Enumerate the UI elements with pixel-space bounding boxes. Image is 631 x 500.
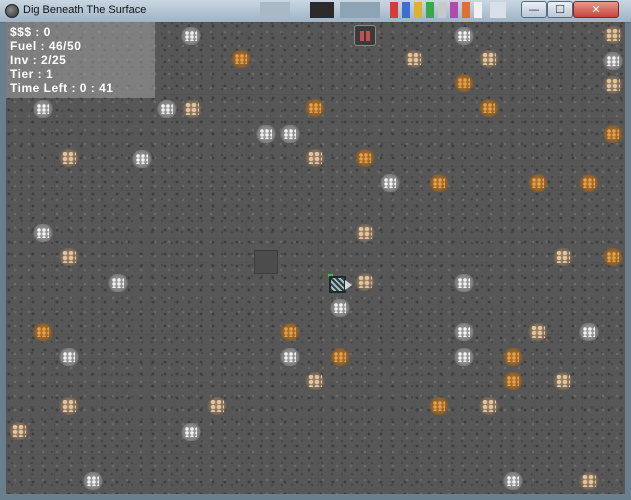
bronze-ore — [602, 76, 624, 94]
silver-ore — [180, 423, 202, 441]
title-bar-decoration — [260, 2, 520, 18]
pause-icon — [360, 31, 364, 41]
bronze-ore — [304, 372, 326, 390]
gold-ore — [304, 99, 326, 117]
drill-bit-icon — [345, 280, 352, 290]
bronze-ore — [58, 149, 80, 167]
minimize-icon: — — [528, 3, 540, 16]
silver-ore — [32, 224, 54, 242]
player-drill-vehicle — [328, 274, 352, 296]
gold-ore — [279, 323, 301, 341]
game-canvas[interactable]: $$$ : 0 Fuel : 46/50 Inv : 2/25 Tier : 1… — [6, 22, 625, 494]
bronze-ore — [552, 372, 574, 390]
bronze-ore — [354, 224, 376, 242]
bronze-ore — [403, 50, 425, 68]
hud-panel: $$$ : 0 Fuel : 46/50 Inv : 2/25 Tier : 1… — [6, 22, 155, 98]
bronze-ore — [478, 50, 500, 68]
gold-ore — [354, 149, 376, 167]
close-button[interactable]: ✕ — [573, 1, 619, 18]
bronze-ore — [578, 472, 600, 490]
silver-ore — [453, 348, 475, 366]
bronze-ore — [304, 149, 326, 167]
pause-button[interactable] — [354, 25, 376, 46]
gold-ore — [428, 174, 450, 192]
silver-ore — [453, 27, 475, 45]
silver-ore — [453, 323, 475, 341]
silver-ore — [32, 100, 54, 118]
silver-ore — [502, 472, 524, 490]
gold-ore — [230, 50, 252, 68]
silver-ore — [329, 299, 351, 317]
silver-ore — [131, 150, 153, 168]
silver-ore — [453, 274, 475, 292]
silver-ore — [156, 100, 178, 118]
silver-ore — [180, 27, 202, 45]
gold-ore — [527, 174, 549, 192]
pause-icon-bar — [366, 31, 370, 41]
bronze-ore — [8, 422, 30, 440]
time-left-readout: Time Left : 0 : 41 — [10, 81, 114, 95]
window-title: Dig Beneath The Surface — [23, 4, 147, 16]
tier-readout: Tier : 1 — [10, 67, 54, 81]
title-bar[interactable]: Dig Beneath The Surface — ☐ ✕ — [0, 0, 631, 23]
gold-ore — [578, 174, 600, 192]
bronze-ore — [181, 100, 203, 118]
bronze-ore — [58, 397, 80, 415]
fuel-readout: Fuel : 46/50 — [10, 39, 82, 53]
silver-ore — [107, 274, 129, 292]
maximize-button[interactable]: ☐ — [547, 1, 573, 18]
gold-ore — [602, 248, 624, 266]
bronze-ore — [527, 323, 549, 341]
silver-ore — [279, 348, 301, 366]
maximize-icon: ☐ — [555, 3, 565, 16]
minimize-button[interactable]: — — [521, 1, 547, 18]
gold-ore — [32, 323, 54, 341]
money-readout: $$$ : 0 — [10, 25, 51, 39]
close-icon: ✕ — [591, 3, 601, 16]
silver-ore — [279, 125, 301, 143]
silver-ore — [578, 323, 600, 341]
gold-ore — [502, 372, 524, 390]
silver-ore — [58, 348, 80, 366]
dug-tile — [254, 250, 278, 274]
game-window: Dig Beneath The Surface — ☐ ✕ $$$: 0 Fu… — [0, 0, 631, 500]
app-gear-icon — [5, 4, 19, 18]
silver-ore — [602, 52, 624, 70]
bronze-ore — [478, 397, 500, 415]
gold-ore — [478, 99, 500, 117]
silver-ore — [379, 174, 401, 192]
bronze-ore — [58, 248, 80, 266]
gold-ore — [428, 397, 450, 415]
bronze-ore — [552, 248, 574, 266]
gold-ore — [502, 348, 524, 366]
drill-body — [329, 276, 346, 293]
bronze-ore — [602, 26, 624, 44]
bronze-ore — [206, 397, 228, 415]
inventory-readout: Inv : 2/25 — [10, 53, 67, 67]
silver-ore — [82, 472, 104, 490]
gold-ore — [453, 74, 475, 92]
gold-ore — [329, 348, 351, 366]
bronze-ore — [354, 273, 376, 291]
gold-ore — [602, 125, 624, 143]
silver-ore — [255, 125, 277, 143]
